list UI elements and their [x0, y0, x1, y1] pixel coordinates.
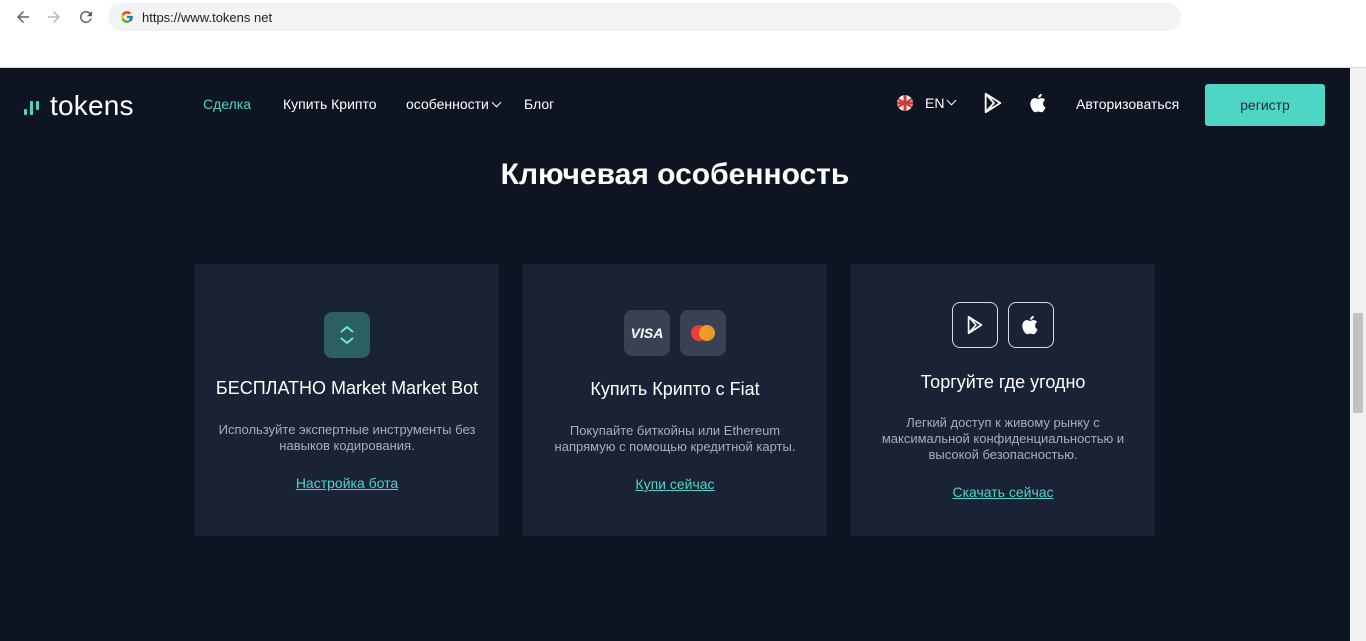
address-bar[interactable]: https://www.tokens net — [108, 3, 1181, 31]
card-title: Торгуйте где угодно — [920, 372, 1086, 392]
url-text: https://www.tokens net — [142, 9, 273, 25]
feature-card-buy-fiat: VISA Купить Крипто с Fiat Покупайте битк… — [523, 264, 827, 536]
google-play-icon — [952, 302, 998, 348]
visa-icon: VISA — [624, 310, 670, 356]
nav-link-features[interactable]: особенности — [406, 96, 502, 112]
logo-text: tokens — [50, 90, 134, 121]
card-description: Используйте экспертные инструменты без н… — [218, 422, 476, 453]
apple-icon — [1008, 302, 1054, 348]
feature-card-trade-anywhere: Торгуйте где угодно Легкий доступ к живо… — [851, 264, 1155, 536]
scrollbar-thumb[interactable] — [1353, 313, 1363, 413]
back-icon[interactable] — [12, 6, 34, 28]
reload-icon[interactable] — [75, 6, 97, 28]
feature-card-market-bot: БЕСПЛАТНО Market Market Bot Используйте … — [195, 264, 499, 536]
logo[interactable]: tokens — [24, 90, 134, 122]
page: tokens Сделка Купить Крипто особенности … — [0, 68, 1350, 641]
nav-link-blog[interactable]: Блог — [524, 96, 554, 112]
card-title: Купить Крипто с Fiat — [590, 379, 760, 399]
nav-link-buy-crypto[interactable]: Купить Крипто — [283, 96, 377, 112]
register-button[interactable]: регистр — [1205, 84, 1325, 126]
forward-icon[interactable] — [43, 6, 65, 28]
chevron-down-icon — [491, 97, 502, 108]
google-icon — [121, 11, 133, 23]
nav-link-deal[interactable]: Сделка — [203, 96, 251, 112]
nav-link-features-label: особенности — [406, 96, 489, 112]
download-now-link[interactable]: Скачать сейчас — [851, 484, 1155, 500]
section-title: Ключевая особенность — [500, 158, 850, 191]
uk-flag-icon — [897, 95, 913, 111]
page-scrollbar[interactable] — [1350, 68, 1366, 641]
setup-bot-link[interactable]: Настройка бота — [195, 475, 499, 491]
login-link[interactable]: Авторизоваться — [1076, 96, 1179, 112]
browser-toolbar: https://www.tokens net — [0, 0, 1366, 68]
swap-icon — [324, 312, 370, 358]
google-play-icon[interactable] — [982, 92, 1004, 114]
mastercard-icon — [680, 310, 726, 356]
card-description: Легкий доступ к живому рынку с максималь… — [881, 415, 1125, 462]
apple-icon[interactable] — [1028, 92, 1050, 114]
logo-mark-icon — [24, 95, 44, 117]
buy-now-link[interactable]: Купи сейчас — [523, 476, 827, 492]
chevron-down-icon — [947, 95, 957, 105]
language-label: EN — [925, 95, 945, 111]
card-title: БЕСПЛАТНО Market Market Bot — [215, 378, 479, 398]
card-description: Покупайте биткойны или Ethereum напрямую… — [554, 423, 796, 454]
language-selector[interactable]: EN — [897, 95, 957, 111]
